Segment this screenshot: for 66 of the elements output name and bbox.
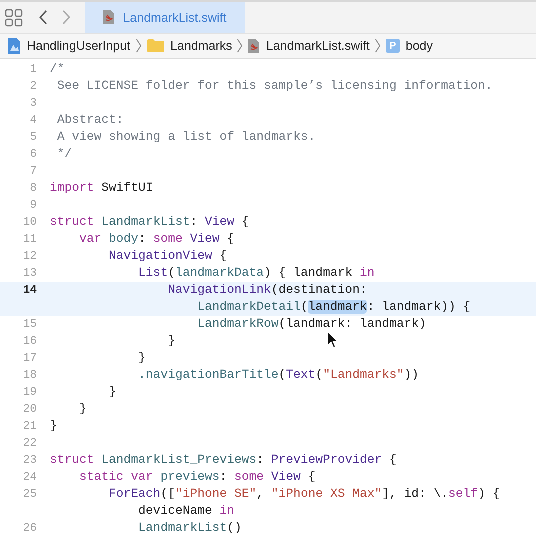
- line-number: 12: [22, 249, 37, 265]
- line-number: 24: [22, 470, 37, 486]
- swift-file-icon: [248, 38, 260, 54]
- line-number: 21: [22, 419, 37, 435]
- line-number: 16: [22, 334, 37, 350]
- code-line: LandmarkDetail(landmark: landmark)) {: [196, 299, 471, 316]
- folder-icon: [146, 39, 165, 53]
- code-line: Abstract:: [56, 112, 124, 129]
- code-line: List(landmarkData) { landmark in: [138, 265, 375, 282]
- code-line: }: [50, 418, 58, 435]
- line-number: 11: [22, 232, 37, 248]
- line-number: 9: [29, 198, 37, 214]
- swift-file-icon: [103, 10, 116, 25]
- line-number: 4: [29, 113, 37, 129]
- line-number: 15: [22, 317, 37, 333]
- code-line: NavigationView {: [108, 248, 228, 265]
- line-number: 26: [22, 521, 37, 534]
- code-line: import SwiftUI: [50, 180, 154, 197]
- breadcrumb-item[interactable]: Landmarks: [146, 39, 232, 53]
- code-line: deviceName in: [138, 503, 236, 520]
- code-line: static var previews: some View {: [78, 469, 316, 486]
- line-number: 14: [22, 283, 37, 299]
- property-badge: P: [386, 39, 400, 53]
- code-line: LandmarkList(): [138, 520, 242, 534]
- back-icon[interactable]: [39, 10, 48, 25]
- chevron-separator-icon: [136, 39, 142, 53]
- line-number: 8: [29, 181, 37, 197]
- code-line: }: [138, 350, 146, 367]
- mouse-pointer-icon: [327, 331, 339, 349]
- line-number: 17: [22, 351, 37, 367]
- line-number: 25: [22, 487, 37, 503]
- code-line: .navigationBarTitle(Text("Landmarks")): [138, 367, 420, 384]
- line-number: 1: [29, 62, 37, 78]
- project-icon: [8, 38, 21, 54]
- code-line: /*: [50, 61, 65, 78]
- code-line: struct LandmarkList: View {: [50, 214, 250, 231]
- breadcrumb-item[interactable]: HandlingUserInput: [8, 38, 131, 54]
- line-number: 19: [22, 385, 37, 401]
- line-number: 5: [29, 130, 37, 146]
- line-number: 7: [29, 164, 37, 180]
- breadcrumb-item[interactable]: P body: [386, 39, 434, 53]
- line-number: 20: [22, 402, 37, 418]
- line-number: 10: [22, 215, 37, 231]
- code-line: */: [56, 146, 72, 163]
- line-number: 18: [22, 368, 37, 384]
- code-line: struct LandmarkList_Previews: PreviewProvider {: [50, 452, 397, 469]
- code-line: ForEach(["iPhone SE", "iPhone XS Max"], id: \.self) {: [108, 486, 500, 503]
- line-number: 3: [29, 96, 37, 112]
- code-line: LandmarkRow(landmark: landmark): [196, 316, 426, 333]
- line-number: 6: [29, 147, 37, 163]
- line-number: 13: [22, 266, 37, 282]
- code-line: }: [108, 384, 116, 401]
- chevron-separator-icon: [374, 39, 381, 53]
- line-number: 22: [22, 436, 37, 452]
- code-line: }: [78, 401, 87, 418]
- line-number: 23: [22, 453, 37, 469]
- breadcrumb-item[interactable]: LandmarkList.swift: [248, 38, 370, 54]
- forward-icon[interactable]: [62, 10, 71, 25]
- chevron-separator-icon: [237, 39, 244, 53]
- code-line: }: [167, 333, 176, 350]
- code-line: var body: some View {: [78, 231, 235, 248]
- code-line: A view showing a list of landmarks.: [56, 129, 316, 146]
- code-line: NavigationLink(destination:: [167, 282, 368, 299]
- code-line: See LICENSE folder for this sample’s licensing information.: [56, 78, 493, 95]
- grid-icon[interactable]: [5, 8, 23, 26]
- line-number: 2: [29, 79, 37, 95]
